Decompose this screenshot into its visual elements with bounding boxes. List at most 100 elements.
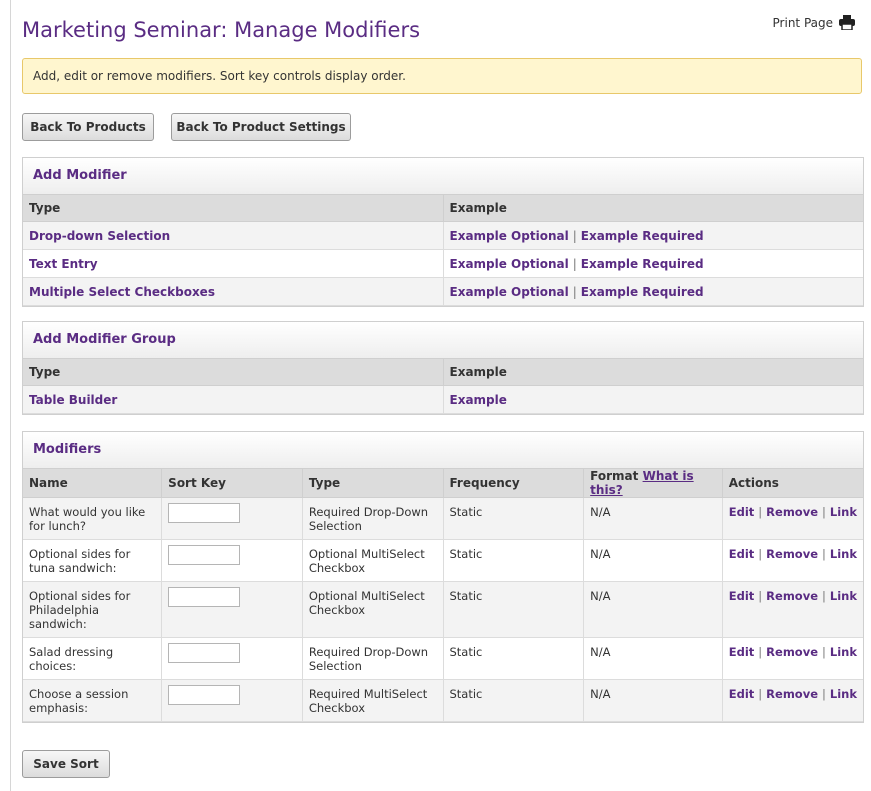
sort-key-cell bbox=[161, 581, 303, 638]
separator: | bbox=[822, 687, 826, 701]
edit-link[interactable]: Edit bbox=[729, 505, 755, 519]
add-text-entry-link[interactable]: Text Entry bbox=[29, 257, 98, 271]
modifier-frequency: Static bbox=[442, 539, 585, 582]
back-to-products-button[interactable]: Back To Products bbox=[22, 113, 154, 141]
modifier-name: Choose a session emphasis: bbox=[23, 679, 163, 722]
page-title: Marketing Seminar: Manage Modifiers bbox=[22, 18, 421, 42]
column-header-sort-key: Sort Key bbox=[161, 469, 303, 498]
separator: | bbox=[758, 645, 763, 659]
modifier-type: Optional MultiSelect Checkbox bbox=[301, 539, 444, 582]
format-label: Format bbox=[590, 469, 639, 483]
modifier-type: Optional MultiSelect Checkbox bbox=[301, 581, 444, 638]
modifier-actions: Edit | Remove | Link bbox=[721, 581, 863, 638]
example-optional-link[interactable]: Example Optional bbox=[450, 257, 569, 271]
back-to-product-settings-button[interactable]: Back To Product Settings bbox=[171, 113, 351, 141]
modifier-frequency: Static bbox=[442, 581, 585, 638]
modifier-format: N/A bbox=[583, 679, 723, 722]
modifier-type: Required Drop-Down Selection bbox=[301, 497, 444, 540]
edit-link[interactable]: Edit bbox=[729, 547, 755, 561]
sort-key-cell bbox=[161, 637, 303, 680]
column-header-name: Name bbox=[23, 469, 163, 498]
print-page-label: Print Page bbox=[772, 15, 833, 30]
add-modifier-group-title: Add Modifier Group bbox=[23, 322, 863, 359]
separator: | bbox=[758, 589, 763, 603]
separator: | bbox=[758, 505, 763, 519]
modifier-name: Salad dressing choices: bbox=[23, 637, 163, 680]
separator: | bbox=[758, 547, 763, 561]
column-header-format: Format What is this? bbox=[583, 469, 723, 498]
sort-key-input[interactable] bbox=[168, 643, 241, 663]
sort-key-cell bbox=[161, 497, 303, 540]
remove-link[interactable]: Remove bbox=[766, 645, 818, 659]
sort-key-input[interactable] bbox=[168, 685, 241, 705]
column-header-example: Example bbox=[442, 195, 863, 222]
info-notice: Add, edit or remove modifiers. Sort key … bbox=[22, 58, 862, 94]
add-modifier-panel: Add Modifier Type Example Drop-down Sele… bbox=[22, 157, 864, 307]
separator: | bbox=[572, 284, 577, 299]
modifier-name: Optional sides for tuna sandwich: bbox=[23, 539, 163, 582]
modifier-frequency: Static bbox=[442, 679, 585, 722]
table-row: Salad dressing choices: Required Drop-Dow… bbox=[23, 637, 863, 680]
table-row: Choose a session emphasis: Required Multi… bbox=[23, 679, 863, 722]
modifier-format: N/A bbox=[583, 581, 723, 638]
sort-key-input[interactable] bbox=[168, 545, 241, 565]
modifier-format: N/A bbox=[583, 497, 723, 540]
print-page-link[interactable]: Print Page bbox=[773, 15, 855, 30]
add-dropdown-selection-link[interactable]: Drop-down Selection bbox=[29, 229, 170, 243]
link-link[interactable]: Link bbox=[830, 645, 857, 659]
modifier-type: Required Drop-Down Selection bbox=[301, 637, 444, 680]
table-builder-example-link[interactable]: Example bbox=[450, 393, 507, 407]
column-header-frequency: Frequency bbox=[442, 469, 585, 498]
table-row: Optional sides for tuna sandwich: Optiona… bbox=[23, 539, 863, 582]
separator: | bbox=[572, 228, 577, 243]
column-header-actions: Actions bbox=[721, 469, 863, 498]
separator: | bbox=[822, 589, 826, 603]
column-header-type: Type bbox=[301, 469, 444, 498]
edit-link[interactable]: Edit bbox=[729, 645, 755, 659]
remove-link[interactable]: Remove bbox=[766, 687, 818, 701]
modifier-type: Required MultiSelect Checkbox bbox=[301, 679, 444, 722]
save-sort-button[interactable]: Save Sort bbox=[22, 750, 110, 778]
example-required-link[interactable]: Example Required bbox=[581, 257, 704, 271]
modifier-actions: Edit | Remove | Link bbox=[721, 679, 863, 722]
example-required-link[interactable]: Example Required bbox=[581, 285, 704, 299]
separator: | bbox=[822, 547, 826, 561]
sort-key-input[interactable] bbox=[168, 503, 241, 523]
example-required-link[interactable]: Example Required bbox=[581, 229, 704, 243]
add-table-builder-link[interactable]: Table Builder bbox=[29, 393, 117, 407]
column-header-example: Example bbox=[442, 359, 863, 386]
link-link[interactable]: Link bbox=[830, 547, 857, 561]
modifier-actions: Edit | Remove | Link bbox=[721, 637, 863, 680]
modifier-actions: Edit | Remove | Link bbox=[721, 497, 863, 540]
table-row: Multiple Select Checkboxes Example Optio… bbox=[23, 277, 863, 306]
add-modifier-group-panel: Add Modifier Group Type Example Table Bu… bbox=[22, 321, 864, 415]
column-header-type: Type bbox=[23, 359, 444, 386]
edit-link[interactable]: Edit bbox=[729, 589, 755, 603]
link-link[interactable]: Link bbox=[830, 505, 857, 519]
remove-link[interactable]: Remove bbox=[766, 547, 818, 561]
separator: | bbox=[822, 505, 826, 519]
remove-link[interactable]: Remove bbox=[766, 505, 818, 519]
sort-key-cell bbox=[161, 539, 303, 582]
table-row: What would you like for lunch? Required D… bbox=[23, 497, 863, 540]
modifier-name: Optional sides for Philadelphia sandwich… bbox=[23, 581, 163, 638]
modifiers-title: Modifiers bbox=[23, 432, 863, 469]
remove-link[interactable]: Remove bbox=[766, 589, 818, 603]
edit-link[interactable]: Edit bbox=[729, 687, 755, 701]
table-row: Drop-down Selection Example Optional | Exa… bbox=[23, 221, 863, 250]
example-optional-link[interactable]: Example Optional bbox=[450, 285, 569, 299]
modifier-format: N/A bbox=[583, 539, 723, 582]
table-row: Optional sides for Philadelphia sandwich… bbox=[23, 581, 863, 638]
link-link[interactable]: Link bbox=[830, 589, 857, 603]
column-header-type: Type bbox=[23, 195, 444, 222]
separator: | bbox=[758, 687, 763, 701]
sort-key-input[interactable] bbox=[168, 587, 241, 607]
modifiers-table: Name Sort Key Type Frequency Format What… bbox=[23, 469, 863, 722]
link-link[interactable]: Link bbox=[830, 687, 857, 701]
add-modifier-title: Add Modifier bbox=[23, 158, 863, 195]
example-optional-link[interactable]: Example Optional bbox=[450, 229, 569, 243]
modifier-actions: Edit | Remove | Link bbox=[721, 539, 863, 582]
table-row: Text Entry Example Optional | Example Requ… bbox=[23, 249, 863, 278]
add-multiple-select-checkboxes-link[interactable]: Multiple Select Checkboxes bbox=[29, 285, 215, 299]
table-row: Table Builder Example bbox=[23, 385, 863, 414]
